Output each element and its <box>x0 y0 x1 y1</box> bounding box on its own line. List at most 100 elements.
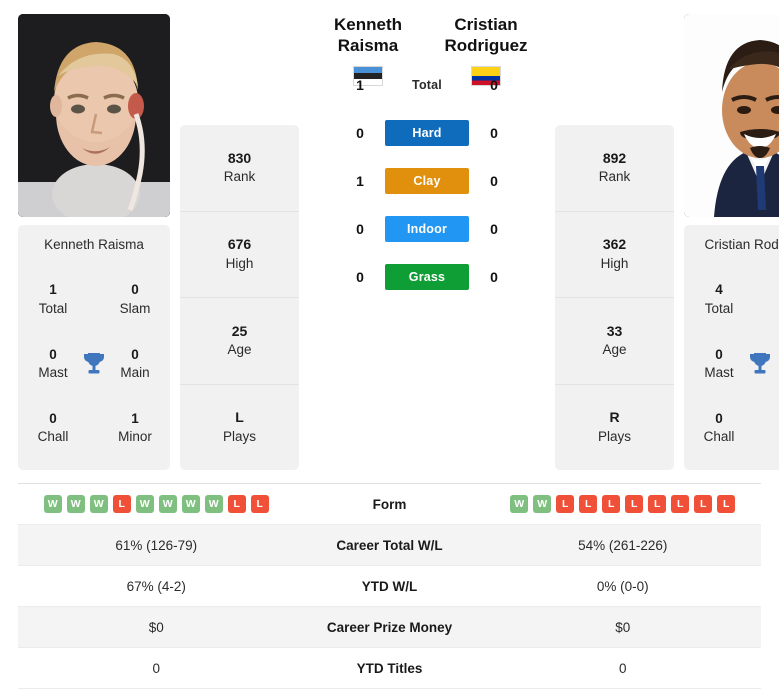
left-rank-card: 830 Rank 676 High 25 Age L Plays <box>180 125 299 470</box>
right-age-label: Age <box>602 342 627 358</box>
left-titles-main: 0 Main <box>112 346 158 382</box>
h2h-right-score-total: 0 <box>490 77 498 93</box>
left-form-badge[interactable]: W <box>135 495 154 513</box>
left-form-badge[interactable]: W <box>89 495 108 513</box>
row-label-ytd_wl: YTD W/L <box>361 578 418 594</box>
right-form-badge[interactable]: L <box>579 495 598 513</box>
right-titles-mast-label: Mast <box>704 364 734 380</box>
surface-badge-hard[interactable]: Hard <box>385 120 469 146</box>
left-titles-slam: 0 Slam <box>112 281 158 317</box>
right-age-cell: 33 Age <box>555 298 674 385</box>
right-form-badge[interactable]: L <box>694 495 713 513</box>
right-high-value: 362 <box>602 236 627 253</box>
surface-badge-grass[interactable]: Grass <box>385 264 469 290</box>
right-titles-total-value: 4 <box>715 282 723 298</box>
right-player-last-name: Rodriguez <box>444 36 528 56</box>
right-titles-row-3: 0 Chall 4 Minor <box>690 410 779 446</box>
left-photo-graphic <box>18 14 170 217</box>
left-form-badge[interactable]: L <box>250 495 269 513</box>
left-titles-minor: 1 Minor <box>112 410 158 446</box>
right-titles-mast: 0 Mast <box>696 346 742 382</box>
right-form-badge[interactable]: W <box>533 495 552 513</box>
left-rank-label: Rank <box>223 169 256 185</box>
left-form-badge[interactable]: L <box>227 495 246 513</box>
h2h-right-score-clay: 0 <box>490 173 498 189</box>
right-titles-chall: 0 Chall <box>696 410 742 446</box>
h2h-right-score-hard: 0 <box>490 125 498 141</box>
left-titles-chall: 0 Chall <box>30 410 76 446</box>
left-rank-cell: 830 Rank <box>180 125 299 212</box>
left-titles-row-1: 1 Total 0 Slam <box>24 281 164 317</box>
left-titles-slam-value: 0 <box>131 282 139 298</box>
right-form-badge[interactable]: W <box>510 495 529 513</box>
left-ytd_titles-cell: 0 <box>152 660 160 676</box>
left-age-label: Age <box>227 342 252 358</box>
right-form-badge[interactable]: L <box>717 495 736 513</box>
left-form-badge[interactable]: L <box>112 495 131 513</box>
h2h-left-score-indoor: 0 <box>356 221 364 237</box>
left-titles-row-2: 0 Mast 0 Main <box>24 346 164 382</box>
right-form-badge[interactable]: L <box>671 495 690 513</box>
right-form-badge[interactable]: L <box>602 495 621 513</box>
row-label-career_total_wl: Career Total W/L <box>336 537 443 553</box>
trophy-icon <box>77 351 111 377</box>
right-form-badge[interactable]: L <box>556 495 575 513</box>
h2h-row-indoor: 0 Indoor 0 <box>349 216 505 242</box>
trophy-icon-graphic <box>750 352 770 374</box>
table-row: $0 Career Prize Money $0 <box>18 607 761 648</box>
right-career_total_wl-cell: 54% (261-226) <box>578 537 668 553</box>
player-comparison-page: Kenneth Raisma 1 Total 0 Slam 0 Mast 0 M… <box>0 0 779 699</box>
right-form-cell: WWLLLLLLLL <box>485 495 762 513</box>
right-high-label: High <box>600 255 629 271</box>
h2h-left-score-hard: 0 <box>356 125 364 141</box>
surface-badge-indoor[interactable]: Indoor <box>385 216 469 242</box>
right-high-cell: 362 High <box>555 212 674 298</box>
left-form-badge[interactable]: W <box>181 495 200 513</box>
left-titles-mast: 0 Mast <box>30 346 76 382</box>
left-player-column: Kenneth Raisma 1 Total 0 Slam 0 Mast 0 M… <box>18 14 170 470</box>
right-player-photo[interactable] <box>684 14 779 217</box>
h2h-left-score-clay: 1 <box>356 173 364 189</box>
left-form-badge[interactable]: W <box>66 495 85 513</box>
h2h-right-score-grass: 0 <box>490 269 498 285</box>
right-rank-value: 892 <box>602 149 627 166</box>
right-plays-cell: R Plays <box>555 385 674 471</box>
right-age-value: 33 <box>606 322 623 339</box>
left-plays-label: Plays <box>222 428 256 444</box>
left-plays-cell: L Plays <box>180 385 299 471</box>
left-player-last-name: Raisma <box>337 36 399 56</box>
right-titles-row-2: 0 Mast <box>690 346 779 382</box>
right-form-badge[interactable]: L <box>625 495 644 513</box>
left-titles-card: Kenneth Raisma 1 Total 0 Slam 0 Mast 0 M… <box>18 225 170 470</box>
left-plays-value: L <box>235 409 244 426</box>
h2h-row-hard: 0 Hard 0 <box>349 120 505 146</box>
left-titles-mast-value: 0 <box>49 346 57 362</box>
right-player-first-name: Cristian <box>454 15 518 34</box>
left-titles-mast-label: Mast <box>38 364 68 380</box>
left-form-badge[interactable]: W <box>43 495 62 513</box>
h2h-left-score-total: 1 <box>356 77 364 93</box>
h2h-row-clay: 1 Clay 0 <box>349 168 505 194</box>
left-titles-chall-label: Chall <box>37 429 69 445</box>
left-titles-total-label: Total <box>38 300 68 316</box>
h2h-row-grass: 0 Grass 0 <box>349 264 505 290</box>
left-age-value: 25 <box>231 322 248 339</box>
left-form-badge[interactable]: W <box>204 495 223 513</box>
left-player-photo[interactable] <box>18 14 170 217</box>
comparison-top-area: Kenneth Raisma 1 Total 0 Slam 0 Mast 0 M… <box>0 0 779 470</box>
right-ytd_wl-cell: 0% (0-0) <box>596 578 649 594</box>
left-titles-total-value: 1 <box>49 282 57 298</box>
trophy-icon-graphic <box>84 352 104 374</box>
table-row: 61% (126-79) Career Total W/L 54% (261-226… <box>18 525 761 566</box>
right-titles-card: Cristian Rodriguez 4 Total 0 Slam <box>684 225 779 470</box>
right-plays-label: Plays <box>597 428 631 444</box>
left-form-badge[interactable]: W <box>158 495 177 513</box>
surface-badge-clay[interactable]: Clay <box>385 168 469 194</box>
left-titles-minor-value: 1 <box>131 410 139 426</box>
right-titles-player-name: Cristian Rodriguez <box>704 237 779 252</box>
right-titles-row-1: 4 Total 0 Slam <box>690 281 779 317</box>
left-titles-grid: 1 Total 0 Slam 0 Mast 0 Main 0 Chall 1 M… <box>24 267 164 460</box>
right-form-strip: WWLLLLLLLL <box>510 495 736 513</box>
trophy-icon <box>743 351 777 377</box>
right-form-badge[interactable]: L <box>648 495 667 513</box>
